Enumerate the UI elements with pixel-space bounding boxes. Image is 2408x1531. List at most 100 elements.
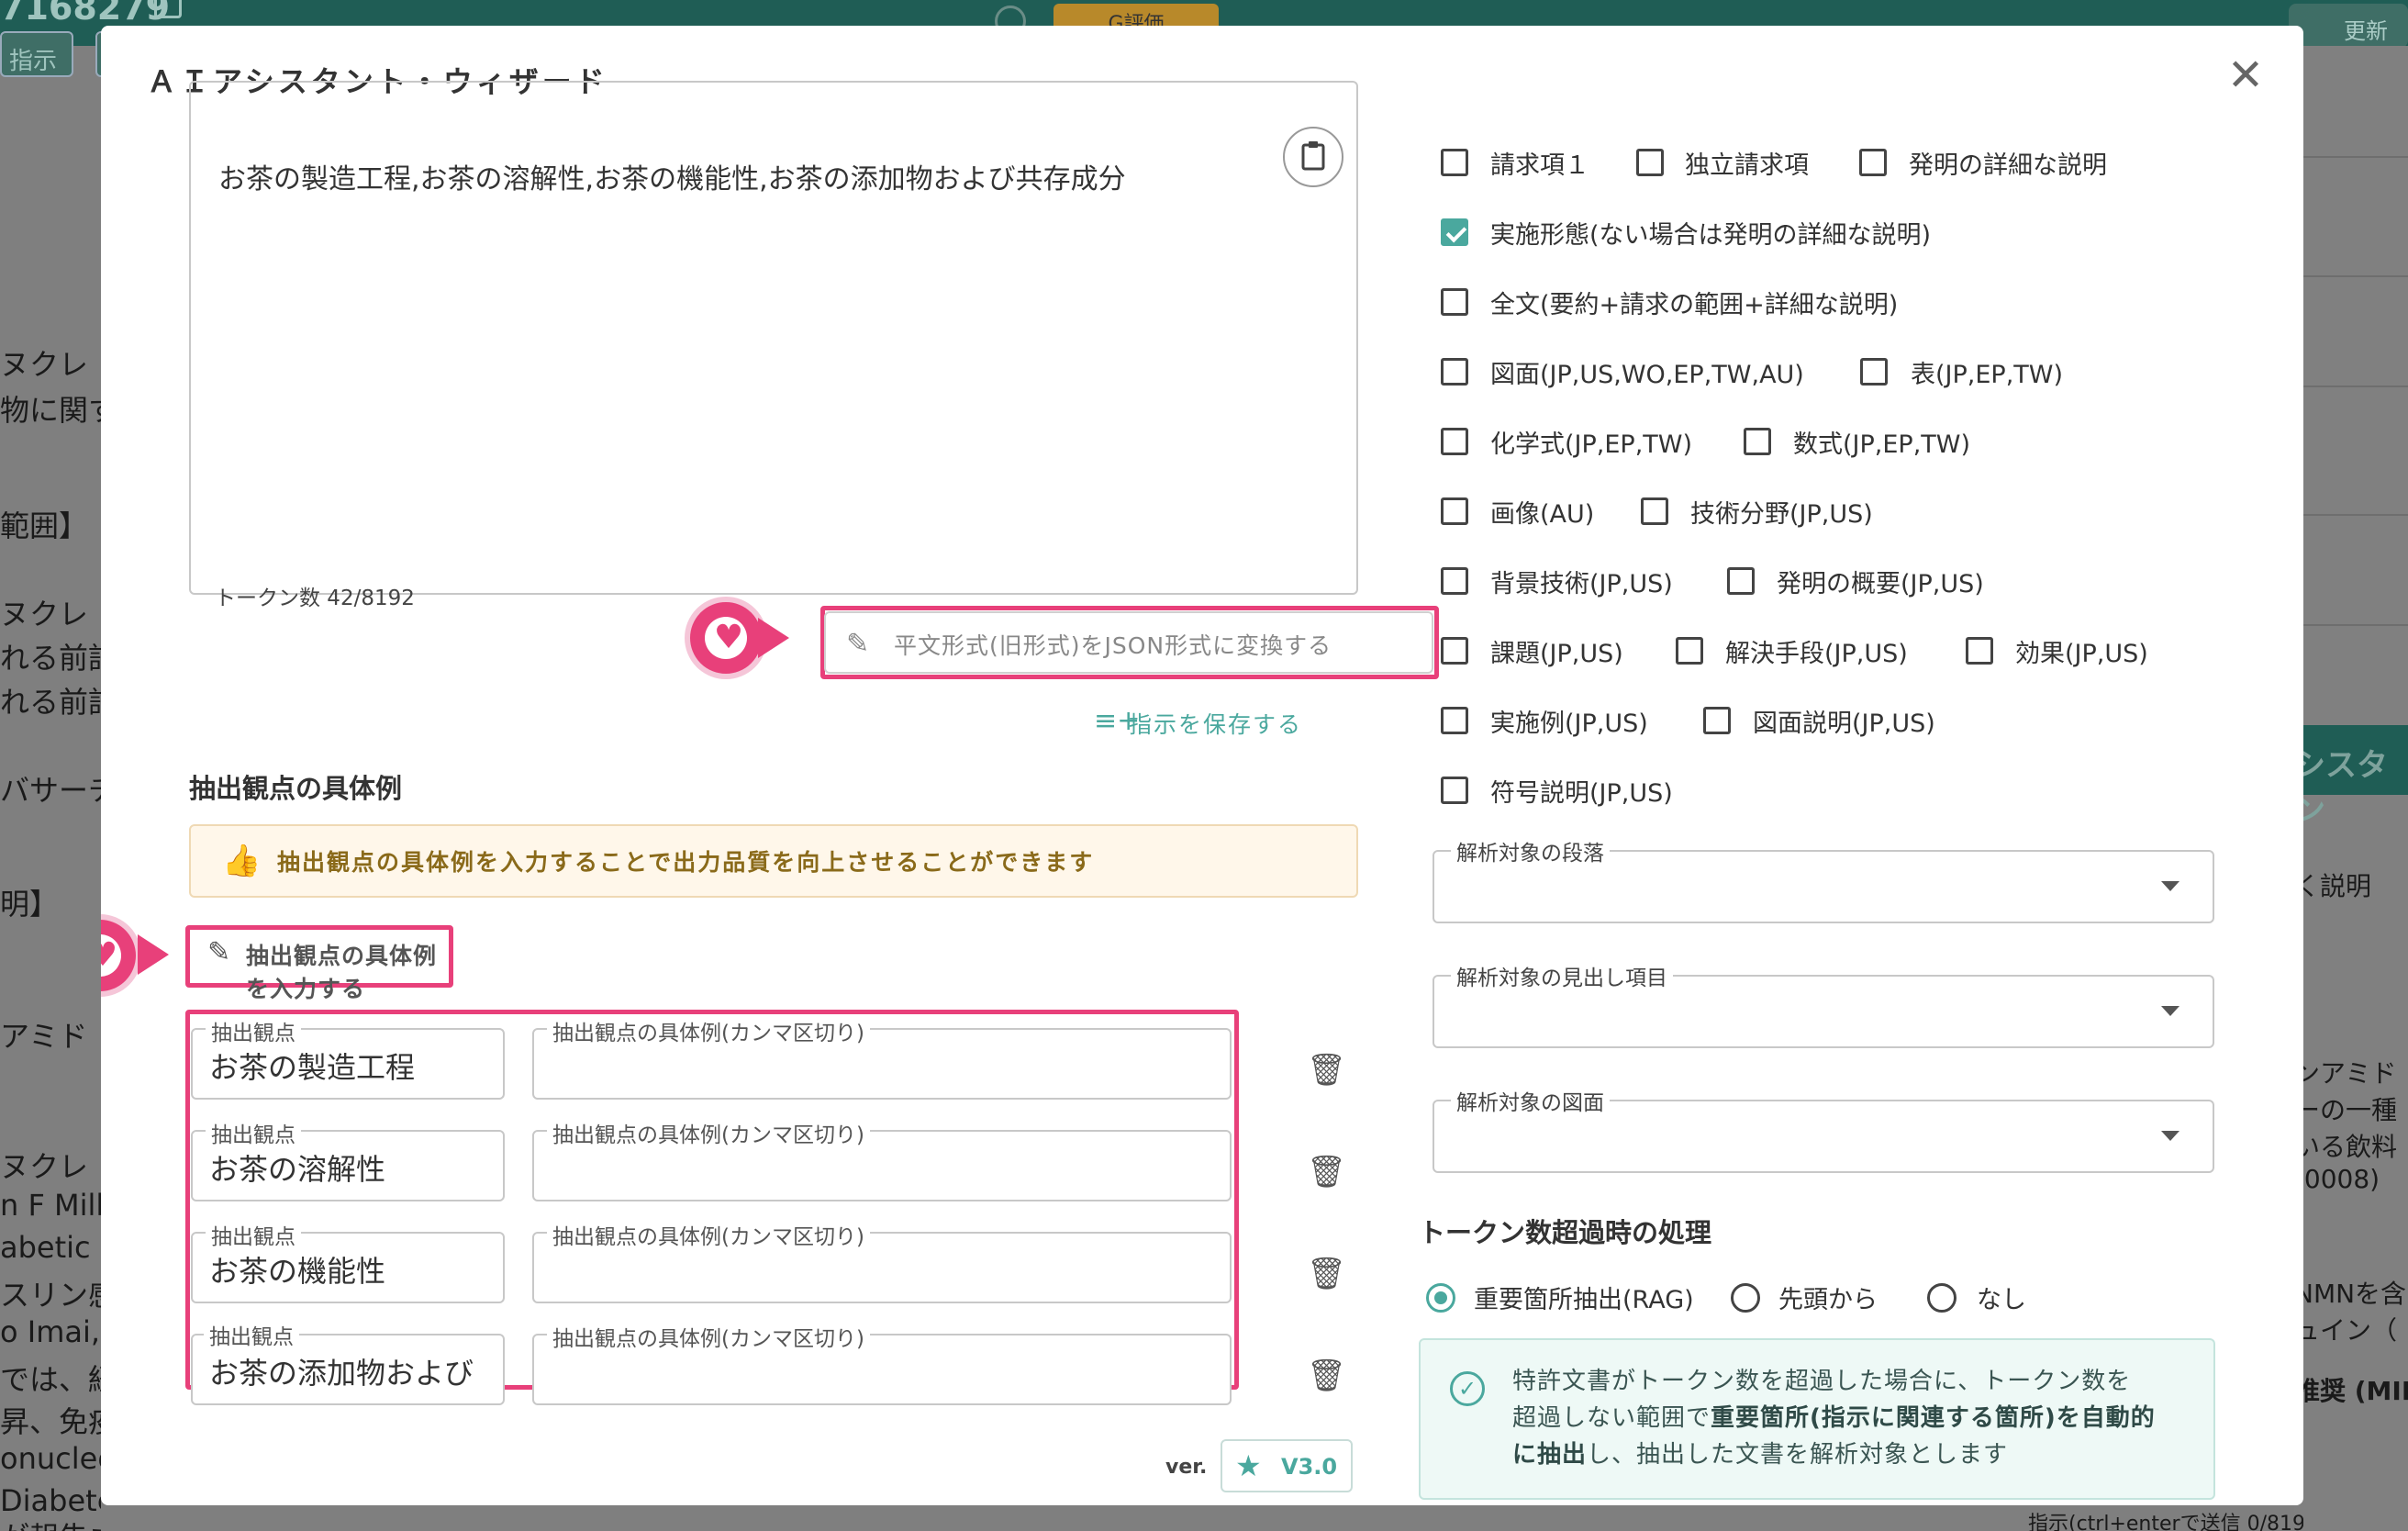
delete-icon[interactable]: 🗑 (1307, 1154, 1346, 1192)
checkbox-math-formula[interactable] (1744, 428, 1771, 455)
bg-text-line: ーの一種 (2294, 1095, 2398, 1125)
checkbox-label: 符号説明(JP,US) (1490, 779, 1673, 808)
bg-text-line: 昇、免疫 (0, 1404, 101, 1439)
examples-field[interactable]: 抽出観点の具体例(カンマ区切り) (532, 1117, 1232, 1201)
info-text: に抽出し、抽出した文書を解析対象とします (1512, 1441, 2009, 1469)
bg-text-line: onucleot (0, 1441, 101, 1476)
checkbox-summary[interactable] (1727, 567, 1755, 595)
bg-text-line: ヌクレ (0, 347, 89, 382)
token-count: トークン数 42/8192 (215, 587, 415, 610)
radio-label: なし (1977, 1286, 2026, 1314)
checkbox-background-art[interactable] (1441, 567, 1468, 595)
checkbox-effect[interactable] (1966, 637, 1993, 665)
examples-field[interactable]: 抽出観点の具体例(カンマ区切り) (532, 1219, 1232, 1303)
radio-rag[interactable] (1426, 1283, 1455, 1313)
token-overflow-title: トークン数超過時の処理 (1419, 1217, 1712, 1248)
checkbox-drawings[interactable] (1441, 358, 1468, 386)
checkbox-detailed-description[interactable] (1859, 149, 1887, 176)
examples-field[interactable]: 抽出観点の具体例(カンマ区切り) (532, 1321, 1232, 1405)
checkbox-full-text[interactable] (1441, 288, 1468, 316)
delete-icon[interactable]: 🗑 (1307, 1052, 1346, 1090)
instruction-textarea[interactable]: お茶の製造工程,お茶の溶解性,お茶の機能性,お茶の添加物および共存成分 (189, 81, 1358, 595)
hint-text: 抽出観点の具体例を入力することで出力品質を向上させることができます (277, 849, 1095, 876)
edit-icon (154, 0, 182, 18)
pencil-icon: ✎ (207, 936, 231, 968)
bg-text-line: バサーチ (0, 773, 101, 808)
divider (2294, 624, 2408, 626)
target-paragraph-select[interactable]: 解析対象の段落 (1433, 835, 2214, 923)
instruction-text: お茶の製造工程,お茶の溶解性,お茶の機能性,お茶の添加物および共存成分 (218, 163, 1126, 196)
convert-to-json-button[interactable]: ✎ 平文形式(旧形式)をJSON形式に変換する (824, 611, 1433, 674)
close-icon[interactable]: ✕ (2223, 53, 2269, 99)
radio-none[interactable] (1927, 1283, 1956, 1313)
viewpoint-field[interactable]: 抽出観点 お茶の製造工程 (191, 1015, 505, 1100)
version-label: ver. (1165, 1456, 1208, 1479)
bg-text-line: 物に関す (0, 393, 101, 428)
bg-footer-text: 指示(ctrl+enterで送信 0/8192) (2028, 1513, 2303, 1531)
bg-text-line: ュイン（ (2294, 1315, 2398, 1346)
viewpoint-label: 抽出観点 (206, 1015, 301, 1046)
bg-text-line: Diabete (0, 1483, 101, 1518)
checkbox-tables[interactable] (1860, 358, 1888, 386)
clipboard-button[interactable] (1283, 127, 1343, 187)
radio-from-start[interactable] (1731, 1283, 1760, 1313)
viewpoint-field[interactable]: 抽出観点 お茶の溶解性 (191, 1117, 505, 1201)
delete-icon[interactable]: 🗑 (1307, 1358, 1346, 1396)
bg-text-line: 明】 (0, 887, 60, 922)
checkbox-technical-field[interactable] (1641, 497, 1668, 525)
checkbox-solution[interactable] (1676, 637, 1703, 665)
checkbox-figure-description[interactable] (1703, 707, 1731, 734)
checkbox-label: 実施形態(ない場合は発明の詳細な説明) (1490, 221, 1932, 250)
version-badge[interactable]: ★ V3.0 (1221, 1439, 1353, 1492)
checkbox-problem[interactable] (1441, 637, 1468, 665)
input-examples-button[interactable]: ✎ 抽出観点の具体例を入力する (195, 925, 442, 1002)
target-heading-select[interactable]: 解析対象の見出し項目 (1433, 960, 2214, 1048)
checkbox-label: 全文(要約+請求の範囲+詳細な説明) (1490, 291, 1899, 319)
delete-icon[interactable]: 🗑 (1307, 1256, 1346, 1294)
viewpoint-label: 抽出観点 (204, 1319, 299, 1350)
checkbox-reference-signs[interactable] (1441, 777, 1468, 804)
checkbox-label: 実施例(JP,US) (1490, 710, 1648, 738)
viewpoint-field[interactable]: 抽出観点 お茶の機能性 (191, 1219, 505, 1303)
divider (2294, 156, 2408, 158)
input-examples-label: 抽出観点の具体例を入力する (246, 943, 438, 1002)
bg-text-line: (0008) (2294, 1164, 2380, 1194)
bg-text-line: ヌクレ (0, 1149, 89, 1184)
select-label: 解析対象の段落 (1451, 835, 1610, 866)
checkbox-label: 解決手段(JP,US) (1725, 640, 1908, 668)
bg-text-line: abetic w (0, 1230, 101, 1265)
viewpoint-value: お茶の機能性 (209, 1254, 386, 1289)
divider (2294, 275, 2408, 277)
examples-field[interactable]: 抽出観点の具体例(カンマ区切り) (532, 1015, 1232, 1100)
examples-label: 抽出観点の具体例(カンマ区切り) (547, 1015, 870, 1046)
checkbox-label: 発明の詳細な説明 (1909, 151, 2107, 180)
checkbox-label: 化学式(JP,EP,TW) (1490, 430, 1693, 459)
assistant-bar: シスタン (2294, 725, 2408, 829)
dropdown-arrow-icon (2161, 1006, 2179, 1016)
star-icon: ★ (1235, 1448, 1262, 1483)
checkbox-label: 図面説明(JP,US) (1753, 710, 1935, 738)
highlight-marker: ♥ (101, 914, 141, 997)
radio-label: 先頭から (1778, 1286, 1878, 1314)
checkbox-images[interactable] (1441, 497, 1468, 525)
document-id: 7168279 (0, 0, 171, 28)
dropdown-arrow-icon (2161, 881, 2179, 891)
bg-text-line: ヌクレ (0, 597, 89, 631)
info-box: ✓ 特許文書がトークン数を超過した場合に、トークン数を 超過しない範囲で重要箇所… (1419, 1338, 2215, 1500)
checkbox-independent-claim[interactable] (1636, 149, 1664, 176)
convert-button-label: 平文形式(旧形式)をJSON形式に変換する (894, 632, 1332, 659)
save-instruction-link[interactable]: 指示を保存する (1129, 707, 1302, 740)
checkbox-embodiment[interactable] (1441, 218, 1468, 246)
bg-text-line: o Imai, L (0, 1314, 101, 1349)
checkbox-claim1[interactable] (1441, 149, 1468, 176)
heart-icon: ♥ (101, 936, 118, 974)
target-figure-select[interactable]: 解析対象の図面 (1433, 1085, 2214, 1173)
bg-text-line: では、経 (0, 1362, 101, 1397)
checkbox-examples[interactable] (1441, 707, 1468, 734)
version-value: V3.0 (1281, 1454, 1338, 1480)
bg-text-line: れる前記 (0, 641, 101, 676)
viewpoint-label: 抽出観点 (206, 1117, 301, 1148)
viewpoint-value: お茶の溶解性 (209, 1152, 386, 1187)
checkbox-chemical-formula[interactable] (1441, 428, 1468, 455)
bg-text-line: く説明 (2294, 871, 2372, 901)
